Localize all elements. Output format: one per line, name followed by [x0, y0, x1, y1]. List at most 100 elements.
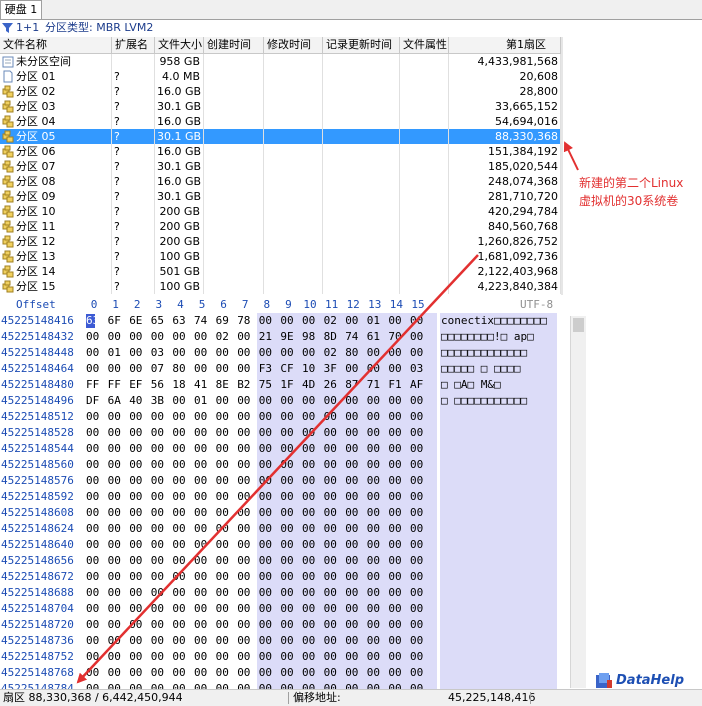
hex-byte[interactable]: 8D	[324, 329, 346, 345]
hex-byte[interactable]: 00	[259, 665, 281, 681]
hex-byte[interactable]: 00	[345, 553, 367, 569]
column-header-size[interactable]: 文件大小	[155, 37, 204, 53]
hex-byte[interactable]: 00	[194, 425, 216, 441]
table-row[interactable]: 分区 15? 100 GB 4,223,840,384	[0, 279, 561, 294]
hex-byte[interactable]: 00	[237, 345, 259, 361]
hex-byte[interactable]: 00	[388, 457, 410, 473]
hex-text[interactable]: □ □□□□□□□□□□□	[441, 393, 556, 409]
hex-byte[interactable]: 00	[108, 601, 130, 617]
table-row[interactable]: 分区 04? 16.0 GB 54,694,016	[0, 114, 561, 129]
hex-byte[interactable]: 41	[194, 377, 216, 393]
hex-byte[interactable]: 00	[367, 489, 389, 505]
hex-byte[interactable]: 00	[367, 585, 389, 601]
hex-byte[interactable]: 00	[151, 585, 173, 601]
table-row[interactable]: 分区 14? 501 GB 2,122,403,968	[0, 264, 561, 279]
tab-disk-1[interactable]: 硬盘 1	[0, 0, 42, 19]
hex-byte[interactable]: 40	[129, 393, 151, 409]
hex-byte[interactable]: 00	[108, 569, 130, 585]
hex-byte[interactable]: 00	[172, 665, 194, 681]
hex-byte[interactable]: 18	[172, 377, 194, 393]
hex-byte[interactable]: 00	[151, 457, 173, 473]
hex-byte[interactable]: 00	[367, 553, 389, 569]
hex-byte[interactable]: 00	[367, 505, 389, 521]
hex-byte[interactable]: 00	[172, 489, 194, 505]
hex-byte[interactable]: 00	[216, 505, 238, 521]
hex-byte[interactable]: 01	[194, 393, 216, 409]
hex-byte[interactable]: 00	[151, 505, 173, 521]
table-row[interactable]: 未分区空间 958 GB 4,433,981,568	[0, 54, 561, 69]
hex-byte[interactable]: 74	[345, 329, 367, 345]
hex-byte[interactable]: 00	[108, 329, 130, 345]
hex-byte[interactable]: 00	[280, 649, 302, 665]
hex-byte[interactable]: 00	[410, 537, 432, 553]
hex-byte[interactable]: 00	[172, 633, 194, 649]
hex-byte[interactable]: 00	[216, 361, 238, 377]
hex-byte[interactable]: 00	[259, 569, 281, 585]
hex-byte[interactable]: 00	[388, 617, 410, 633]
hex-byte[interactable]: 00	[194, 585, 216, 601]
hex-byte[interactable]: EF	[129, 377, 151, 393]
table-row[interactable]: 分区 02? 16.0 GB 28,800	[0, 84, 561, 99]
hex-byte[interactable]: 00	[410, 569, 432, 585]
hex-byte[interactable]: 00	[410, 457, 432, 473]
hex-byte[interactable]: 00	[388, 505, 410, 521]
column-header-modified[interactable]: 修改时间	[264, 37, 323, 53]
hex-byte[interactable]: 00	[388, 361, 410, 377]
hex-byte[interactable]: 00	[151, 617, 173, 633]
hex-byte[interactable]: 00	[216, 617, 238, 633]
hex-byte[interactable]: 00	[302, 409, 324, 425]
hex-byte[interactable]: 00	[302, 569, 324, 585]
hex-byte[interactable]: 00	[108, 505, 130, 521]
hex-byte[interactable]: 00	[302, 505, 324, 521]
hex-byte[interactable]: 00	[324, 409, 346, 425]
hex-byte[interactable]: 00	[345, 617, 367, 633]
hex-byte[interactable]: 00	[324, 601, 346, 617]
hex-byte[interactable]: 00	[172, 521, 194, 537]
hex-byte[interactable]: 00	[151, 665, 173, 681]
hex-byte[interactable]: 00	[302, 585, 324, 601]
hex-byte[interactable]: 00	[216, 649, 238, 665]
hex-byte[interactable]: 00	[237, 665, 259, 681]
column-header-record-updated[interactable]: 记录更新时间	[323, 37, 400, 53]
hex-byte[interactable]: 00	[302, 665, 324, 681]
hex-byte[interactable]: 00	[129, 361, 151, 377]
hex-byte[interactable]: 00	[237, 553, 259, 569]
hex-byte[interactable]: 00	[367, 633, 389, 649]
hex-byte[interactable]: 00	[108, 585, 130, 601]
column-header-created[interactable]: 创建时间	[204, 37, 264, 53]
hex-byte[interactable]: 00	[216, 537, 238, 553]
hex-byte[interactable]: 00	[367, 457, 389, 473]
hex-byte[interactable]: 00	[324, 585, 346, 601]
hex-byte[interactable]: 00	[216, 473, 238, 489]
hex-byte[interactable]: 00	[129, 521, 151, 537]
hex-byte[interactable]: 00	[345, 537, 367, 553]
hex-byte[interactable]: 00	[86, 441, 108, 457]
hex-byte[interactable]: 00	[172, 345, 194, 361]
hex-byte[interactable]: 00	[302, 489, 324, 505]
hex-byte[interactable]: 00	[280, 489, 302, 505]
hex-byte[interactable]: 00	[129, 425, 151, 441]
hex-byte[interactable]: 00	[410, 409, 432, 425]
hex-byte[interactable]: 00	[259, 585, 281, 601]
hex-byte[interactable]: 00	[302, 633, 324, 649]
hex-byte[interactable]: 00	[151, 633, 173, 649]
hex-byte[interactable]: 4D	[302, 377, 324, 393]
hex-byte[interactable]: 78	[237, 313, 259, 329]
hex-byte[interactable]: 00	[216, 457, 238, 473]
hex-byte[interactable]: 00	[259, 649, 281, 665]
table-row[interactable]: 分区 13? 100 GB 1,681,092,736	[0, 249, 561, 264]
hex-byte[interactable]: 00	[410, 345, 432, 361]
hex-byte[interactable]: 00	[280, 409, 302, 425]
hex-byte[interactable]: 00	[259, 537, 281, 553]
hex-byte[interactable]: 00	[216, 489, 238, 505]
hex-byte[interactable]: 00	[129, 553, 151, 569]
hex-byte[interactable]: 3B	[151, 393, 173, 409]
hex-byte[interactable]: 00	[302, 553, 324, 569]
hex-byte[interactable]: 00	[259, 601, 281, 617]
hex-byte[interactable]: 6E	[129, 313, 151, 329]
hex-byte[interactable]: 00	[367, 441, 389, 457]
hex-byte[interactable]: 00	[172, 409, 194, 425]
hex-byte[interactable]: 00	[237, 457, 259, 473]
hex-byte[interactable]: 00	[302, 537, 324, 553]
table-row[interactable]: 分区 03? 30.1 GB 33,665,152	[0, 99, 561, 114]
